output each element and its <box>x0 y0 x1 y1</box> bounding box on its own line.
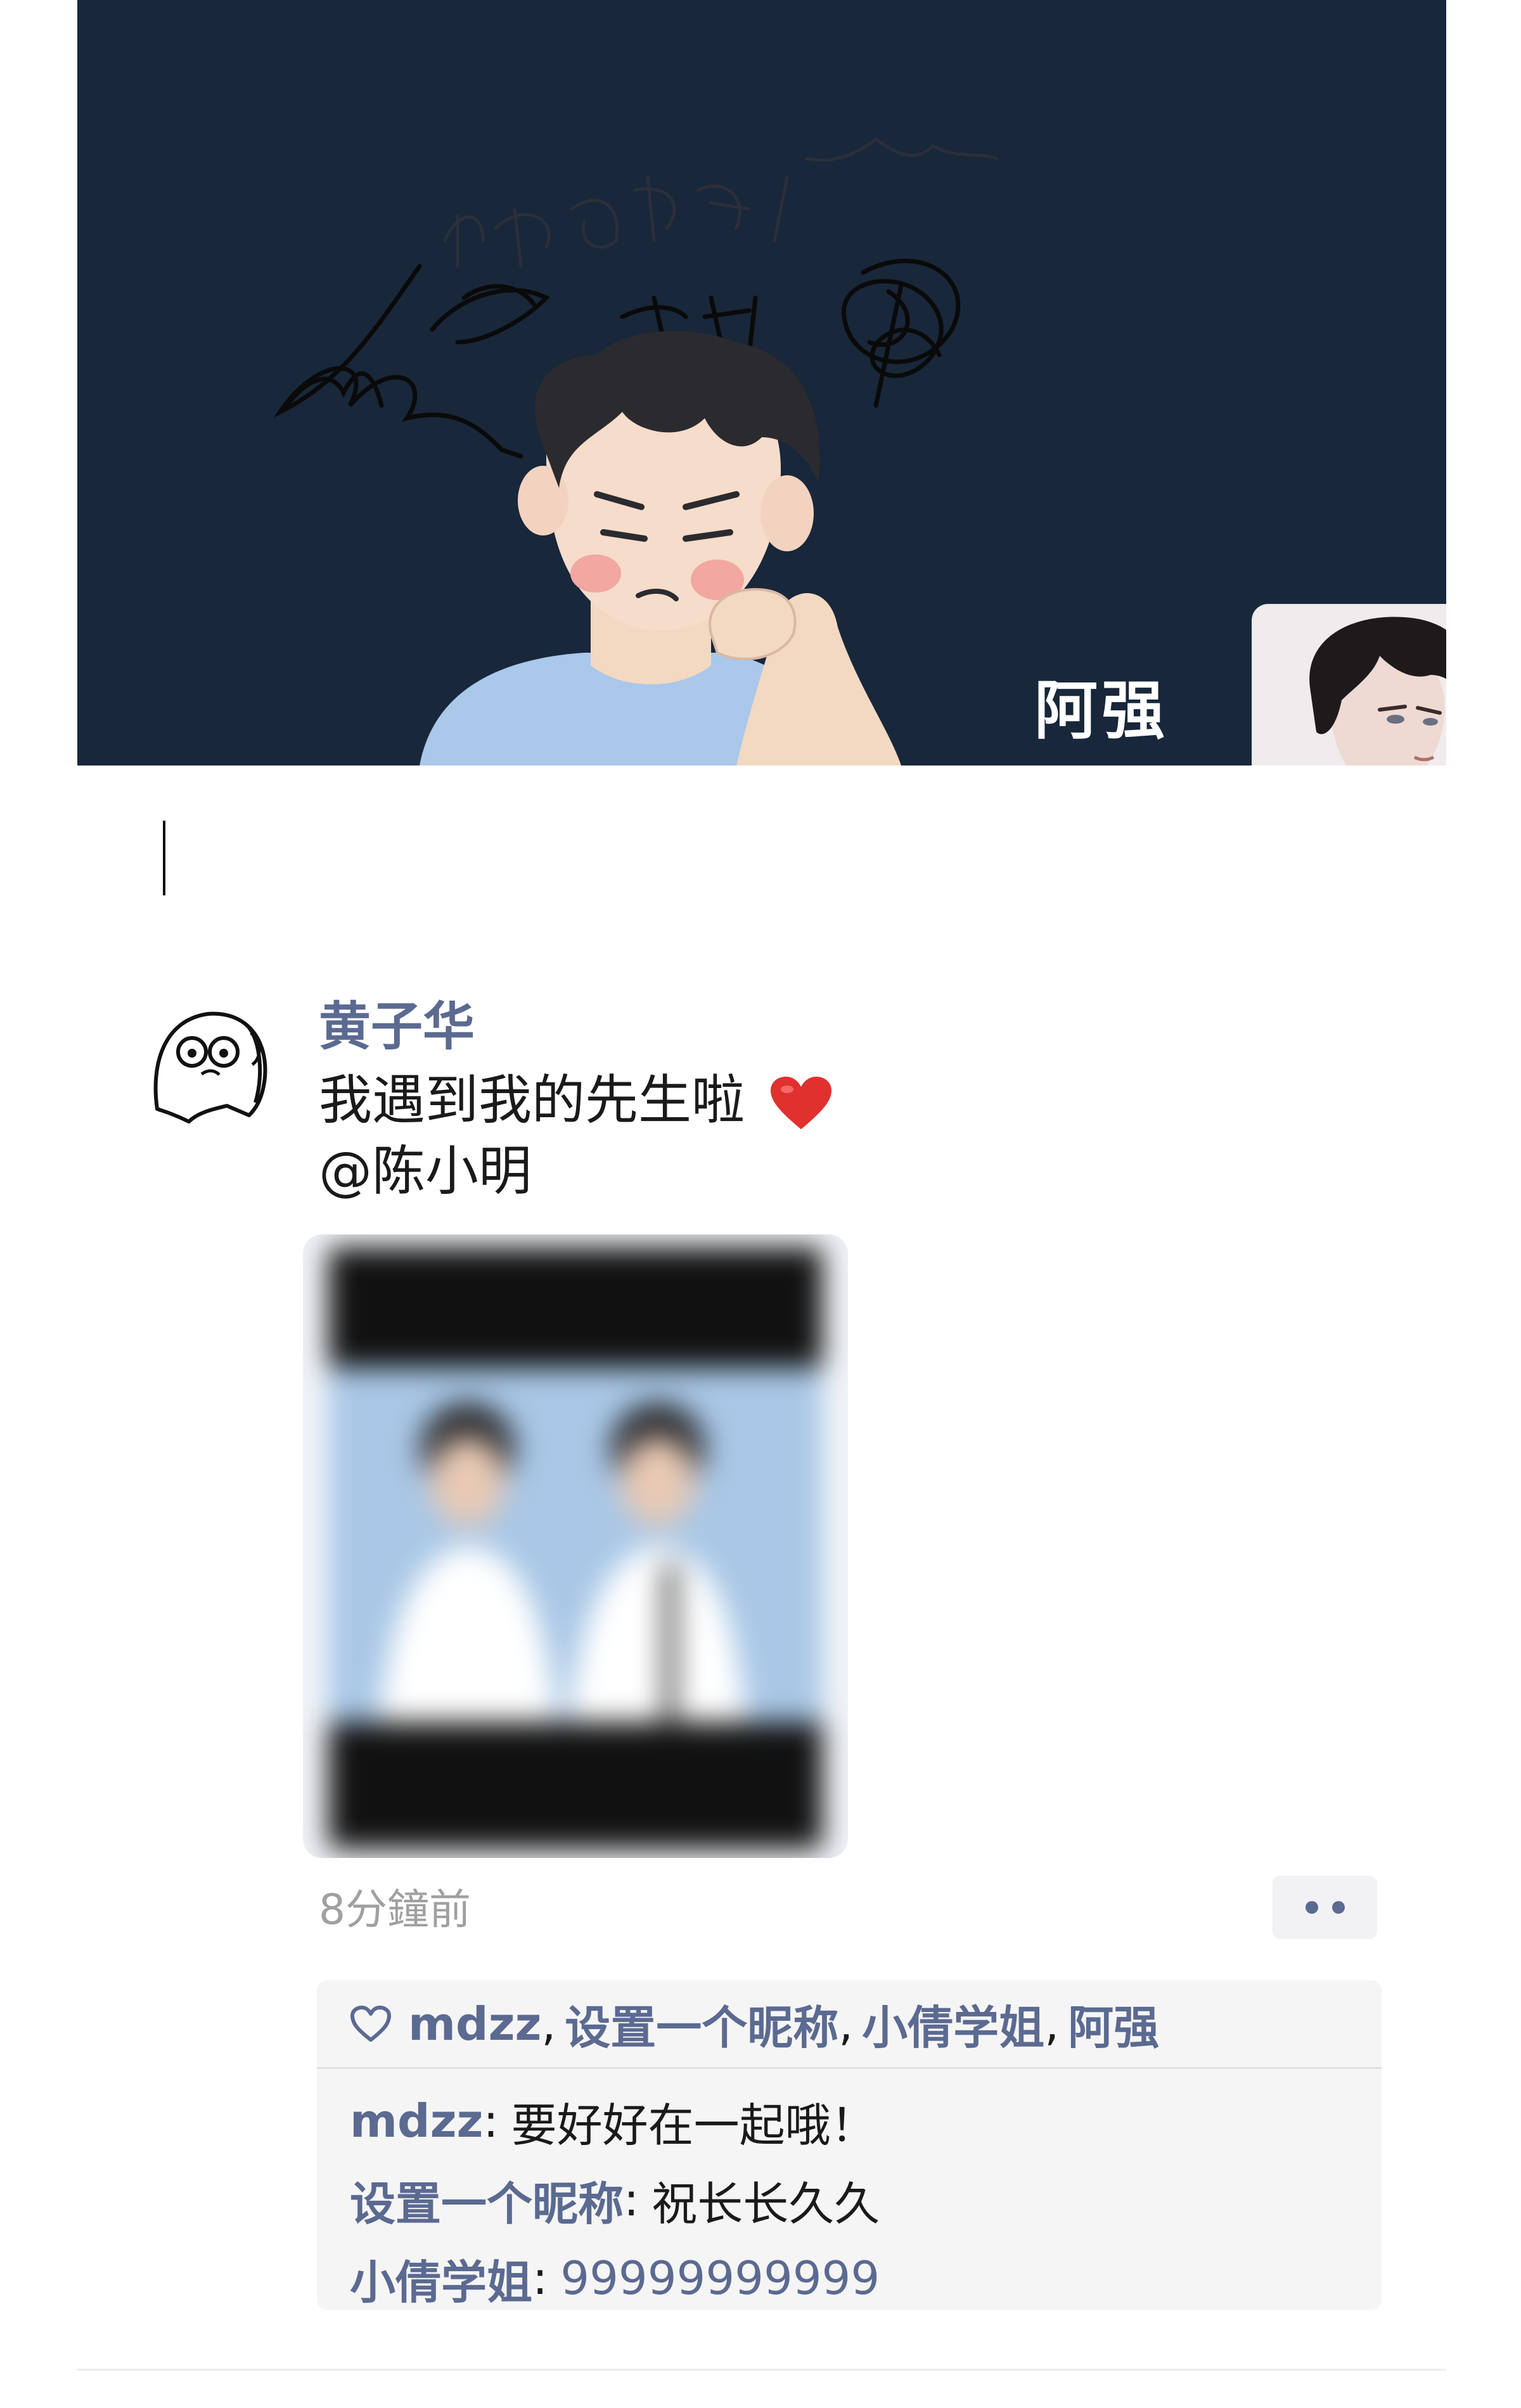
post-mention[interactable]: @陈小明 <box>319 1136 833 1207</box>
owner-avatar-image <box>1253 605 1446 765</box>
red-heart-emoji-icon <box>770 1077 831 1130</box>
comment-item[interactable]: mdzz: 要好好在一起哦！ <box>350 2082 880 2160</box>
comment-colon: : <box>483 2094 499 2148</box>
likes-row: mdzz, 设置一个昵称, 小倩学姐, 阿强 <box>317 1980 1382 2069</box>
comment-colon: : <box>624 2173 639 2226</box>
post-photo[interactable] <box>303 1234 848 1858</box>
likes-comments-panel: mdzz, 设置一个昵称, 小倩学姐, 阿强 mdzz: 要好好在一起哦！ 设置一… <box>317 1980 1382 2310</box>
like-name[interactable]: mdzz <box>408 1997 541 2051</box>
like-name[interactable]: 设置一个昵称 <box>565 1990 838 2057</box>
more-dots-icon <box>1305 1901 1318 1914</box>
poster-name[interactable]: 黄子华 <box>319 984 475 1060</box>
comment-text: 要好好在一起哦！ <box>511 2098 876 2152</box>
like-separator: , <box>1044 1997 1060 2051</box>
comment-item[interactable]: 设置一个昵称: 祝长长久久 <box>350 2160 880 2239</box>
like-separator: , <box>838 1997 854 2051</box>
more-actions-button[interactable] <box>1273 1876 1377 1939</box>
owner-avatar[interactable] <box>1253 605 1446 765</box>
post-body: 我遇到我的先生啦 @陈小明 <box>319 1065 833 1207</box>
heart-outline-icon <box>350 2005 391 2042</box>
comment-list: mdzz: 要好好在一起哦！ 设置一个昵称: 祝长长久久 小倩学姐:99999999… <box>350 2082 880 2317</box>
comment-text: 99999999999 <box>560 2251 880 2305</box>
like-name[interactable]: 阿强 <box>1068 1990 1159 2057</box>
decorative-stroke <box>163 821 165 895</box>
comment-text: 祝长长久久 <box>651 2177 880 2231</box>
cover-image[interactable]: 阿强 <box>77 0 1446 765</box>
comment-item[interactable]: 小倩学姐:99999999999 <box>350 2239 880 2317</box>
post-timestamp: 8分鐘前 <box>319 1885 471 1934</box>
cover-illustration <box>273 137 998 765</box>
comment-author[interactable]: 小倩学姐 <box>350 2245 532 2312</box>
bottom-divider <box>77 2369 1446 2371</box>
cover-owner-name: 阿强 <box>1034 674 1169 748</box>
like-separator: , <box>541 1997 556 2051</box>
more-dots-icon-2 <box>1332 1901 1345 1914</box>
comment-author[interactable]: 设置一个昵称 <box>350 2167 624 2233</box>
like-name[interactable]: 小倩学姐 <box>862 1990 1044 2057</box>
post-text: 我遇到我的先生啦 <box>319 1069 745 1131</box>
comment-author[interactable]: mdzz <box>350 2094 483 2148</box>
blurred-photo-image <box>303 1234 848 1858</box>
ghost-avatar-image <box>138 995 284 1141</box>
comment-colon: : <box>532 2251 548 2305</box>
poster-avatar[interactable] <box>138 995 284 1141</box>
